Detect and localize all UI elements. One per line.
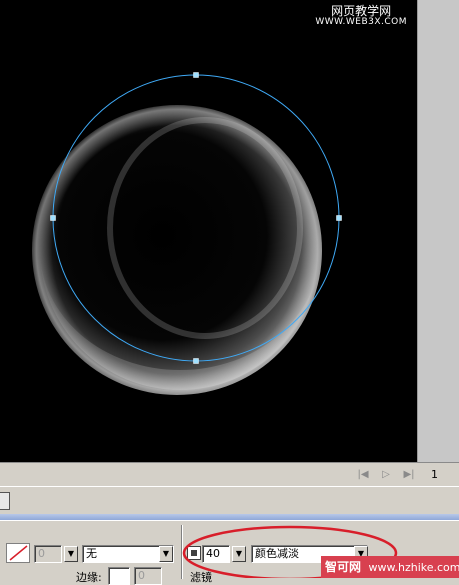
opacity-dropdown[interactable]: ▼ xyxy=(232,546,246,562)
no-stroke-icon xyxy=(9,545,28,561)
fill-style-dropdown-icon[interactable]: ▼ xyxy=(159,546,173,562)
site-url: www.hzhike.com xyxy=(368,561,459,574)
play-icon[interactable]: ▷ xyxy=(379,468,393,482)
last-frame-icon[interactable]: ▶| xyxy=(402,468,416,482)
site-name: 智可网 xyxy=(325,560,362,574)
anchor-right xyxy=(336,215,342,221)
stroke-color-swatch[interactable] xyxy=(6,543,30,563)
anchor-top xyxy=(193,72,199,78)
stroke-width-dropdown[interactable]: ▼ xyxy=(64,546,78,562)
bubble-rim-highlight xyxy=(32,105,322,395)
edge-color-swatch[interactable] xyxy=(108,567,130,585)
opacity-field[interactable]: 40 xyxy=(202,545,230,563)
watermark: 网页教学网 WWW.WEB3X.COM xyxy=(315,4,407,28)
drawing-canvas[interactable]: 网页教学网 WWW.WEB3X.COM xyxy=(0,0,417,462)
canvas-side-panel xyxy=(417,0,459,462)
opacity-icon xyxy=(187,546,201,560)
panel-toggle-button[interactable] xyxy=(0,492,10,510)
secondary-toolbar xyxy=(0,486,459,516)
canvas-artwork xyxy=(32,72,342,395)
edge-label: 边缘: xyxy=(76,571,102,584)
filter-label: 滤镜 xyxy=(190,571,212,584)
frame-navigation-bar: |◀ ▷ ▶| 1 xyxy=(0,462,459,487)
watermark-url: WWW.WEB3X.COM xyxy=(315,17,407,27)
panel-divider xyxy=(181,525,183,579)
edge-value-field[interactable]: 0 xyxy=(134,567,162,585)
first-frame-icon[interactable]: |◀ xyxy=(356,468,370,482)
stroke-width-field[interactable]: 0 xyxy=(34,545,62,563)
anchor-bottom xyxy=(193,358,199,364)
anchor-left xyxy=(50,215,56,221)
page-number: 1 xyxy=(431,468,438,481)
site-banner: 智可网 www.hzhike.com xyxy=(321,556,459,578)
watermark-title: 网页教学网 xyxy=(331,4,392,18)
